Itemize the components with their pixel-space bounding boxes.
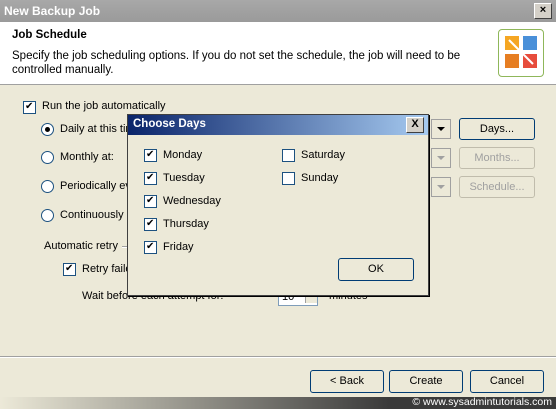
choose-days-dialog: Choose Days X Monday Tuesday Wednesday T… <box>127 114 429 296</box>
window-title: New Backup Job <box>4 4 101 18</box>
sunday-label: Sunday <box>301 172 339 184</box>
daily-radio[interactable] <box>41 123 54 136</box>
wizard-header: Job Schedule Specify the job scheduling … <box>0 22 556 85</box>
saturday-checkbox[interactable] <box>282 149 295 162</box>
thursday-label: Thursday <box>163 218 209 230</box>
monthly-radio[interactable] <box>41 151 54 164</box>
page-description: Specify the job scheduling options. If y… <box>12 50 461 76</box>
saturday-label: Saturday <box>301 149 346 161</box>
retry-failed-label: Retry faile <box>82 263 132 275</box>
periodically-radio[interactable] <box>41 180 54 193</box>
schedule-button[interactable]: Schedule... <box>459 176 535 198</box>
automatic-retry-label: Automatic retry <box>44 240 118 252</box>
sunday-checkbox[interactable] <box>282 172 295 185</box>
monthly-label: Monthly at: <box>60 151 114 163</box>
thursday-checkbox[interactable] <box>144 217 157 231</box>
daily-dropdown-arrow[interactable] <box>431 119 451 139</box>
monthly-dropdown-arrow[interactable] <box>431 148 451 168</box>
cancel-button[interactable]: Cancel <box>470 370 544 393</box>
monday-label: Monday <box>163 149 203 161</box>
months-button[interactable]: Months... <box>459 147 535 169</box>
window-close-button[interactable]: × <box>534 3 552 19</box>
daily-label: Daily at this tim <box>60 123 135 135</box>
friday-label: Friday <box>163 241 194 253</box>
tuesday-checkbox[interactable] <box>144 171 157 185</box>
wednesday-label: Wednesday <box>163 195 221 207</box>
monday-checkbox[interactable] <box>144 148 157 162</box>
footer-separator <box>0 356 556 358</box>
veeam-logo-icon <box>498 29 544 77</box>
run-automatically-checkbox[interactable] <box>23 100 36 114</box>
wednesday-checkbox[interactable] <box>144 194 157 208</box>
continuously-radio[interactable] <box>41 209 54 222</box>
periodically-dropdown-arrow[interactable] <box>431 177 451 197</box>
ok-button[interactable]: OK <box>338 258 414 281</box>
watermark-text: © www.sysadmintutorials.com <box>412 396 552 408</box>
retry-failed-checkbox[interactable] <box>63 262 76 276</box>
dialog-title: Choose Days <box>133 118 206 130</box>
run-automatically-label: Run the job automatically <box>42 100 166 112</box>
tuesday-label: Tuesday <box>163 172 205 184</box>
days-button[interactable]: Days... <box>459 118 535 140</box>
periodically-label: Periodically ev <box>60 180 131 192</box>
window-titlebar: New Backup Job × <box>0 0 556 22</box>
dialog-close-button[interactable]: X <box>406 117 424 133</box>
continuously-label: Continuously <box>60 209 124 221</box>
watermark-bar: © www.sysadmintutorials.com <box>0 396 556 409</box>
create-button[interactable]: Create <box>389 370 463 393</box>
friday-checkbox[interactable] <box>144 240 157 254</box>
back-button[interactable]: < Back <box>310 370 384 393</box>
page-title: Job Schedule <box>12 29 87 41</box>
dialog-titlebar: Choose Days X <box>128 115 428 135</box>
